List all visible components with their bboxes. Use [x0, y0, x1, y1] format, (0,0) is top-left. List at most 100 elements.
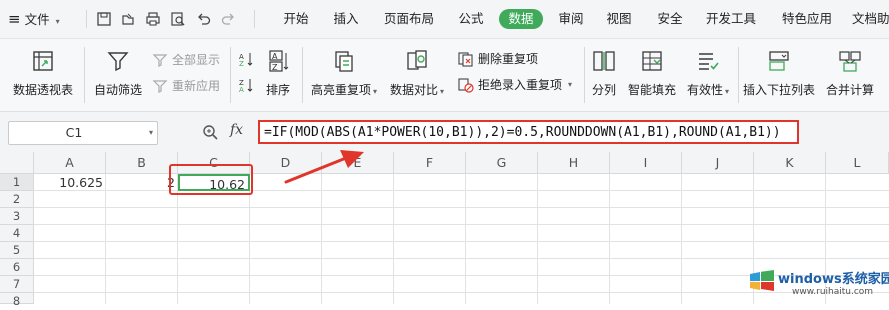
- autofilter-button[interactable]: 自动筛选: [90, 49, 146, 98]
- arrow-annotation: [284, 150, 364, 184]
- row-header-3[interactable]: 3: [0, 208, 34, 225]
- column-header-f[interactable]: F: [394, 152, 466, 174]
- export-icon[interactable]: [120, 11, 136, 27]
- column-header-g[interactable]: G: [466, 152, 538, 174]
- reapply-icon: [152, 79, 168, 93]
- filter-icon: [107, 52, 129, 72]
- sort-descending-button[interactable]: ZA: [238, 77, 254, 93]
- divider: [584, 47, 585, 103]
- tab-page-layout[interactable]: 页面布局: [378, 9, 440, 29]
- pivot-table-icon: [33, 51, 53, 71]
- divider: [86, 10, 87, 28]
- consolidate-button[interactable]: 合并计算: [824, 49, 876, 98]
- tab-special[interactable]: 特色应用: [776, 9, 838, 29]
- sort-ascending-button[interactable]: AZ: [238, 51, 254, 67]
- cell-reference: C1: [65, 125, 83, 140]
- divider: [230, 47, 231, 103]
- formula-bar: C1 ▾ fx =IF(MOD(ABS(A1*POWER(10,B1)),2)=…: [0, 112, 889, 153]
- validation-icon: [699, 53, 719, 70]
- data-compare-icon: [407, 50, 427, 70]
- tab-doc-assistant[interactable]: 文档助: [852, 9, 889, 29]
- column-header-h[interactable]: H: [538, 152, 610, 174]
- cell-a1[interactable]: 10.625: [34, 174, 106, 191]
- text-to-columns-button[interactable]: 分列: [588, 49, 620, 98]
- consolidate-label: 合并计算: [825, 83, 874, 97]
- menu-bar: ≡ 文件 ▾ 开始 插入 页面布局 公式 数据 审阅 视图 安全 开发工具 特色…: [0, 0, 889, 39]
- tab-home[interactable]: 开始: [276, 9, 316, 29]
- sort-button[interactable]: AZ 排序: [260, 49, 296, 98]
- reapply-label: 重新应用: [172, 79, 221, 93]
- tab-insert[interactable]: 插入: [326, 9, 366, 29]
- tab-formulas[interactable]: 公式: [452, 9, 490, 29]
- chevron-down-icon: ▾: [55, 17, 60, 26]
- consolidate-icon: [839, 51, 861, 72]
- watermark-url: www.ruihaitu.com: [792, 287, 874, 297]
- remove-duplicates-label: 删除重复项: [478, 52, 539, 66]
- remove-duplicates-button[interactable]: 删除重复项: [458, 50, 538, 67]
- row-header-1[interactable]: 1: [0, 174, 34, 191]
- row-header-2[interactable]: 2: [0, 191, 34, 208]
- autofilter-label: 自动筛选: [93, 83, 142, 97]
- show-all-button[interactable]: 全部显示: [152, 51, 220, 68]
- undo-icon[interactable]: [196, 11, 212, 27]
- row-header-7[interactable]: 7: [0, 276, 34, 293]
- tab-data[interactable]: 数据: [499, 9, 543, 29]
- column-header-k[interactable]: K: [754, 152, 826, 174]
- data-compare-button[interactable]: 数据对比 ▾: [386, 49, 448, 98]
- column-header-j[interactable]: J: [682, 152, 754, 174]
- data-compare-label: 数据对比: [389, 83, 438, 97]
- reapply-button[interactable]: 重新应用: [152, 77, 220, 94]
- sort-ascending-icon: AZ: [239, 53, 253, 67]
- tab-developer[interactable]: 开发工具: [700, 9, 762, 29]
- dropdown-list-label: 插入下拉列表: [742, 83, 815, 97]
- row-header-4[interactable]: 4: [0, 225, 34, 242]
- column-header-b[interactable]: B: [106, 152, 178, 174]
- tab-security[interactable]: 安全: [651, 9, 689, 29]
- highlight-duplicates-button[interactable]: 高亮重复项 ▾: [308, 49, 380, 98]
- split-label: 分列: [591, 83, 616, 97]
- highlight-box: [169, 164, 253, 195]
- print-preview-icon[interactable]: [170, 11, 186, 27]
- highlight-duplicates-icon: [335, 51, 353, 72]
- hamburger-icon: ≡: [8, 10, 21, 28]
- highlight-duplicates-label: 高亮重复项: [310, 83, 371, 97]
- column-header-a[interactable]: A: [34, 152, 106, 174]
- spreadsheet-grid: A B C D E F G H I J K L 1 2 3 4 5 6 7 8 …: [0, 150, 889, 308]
- row-header-5[interactable]: 5: [0, 242, 34, 259]
- tab-review[interactable]: 审阅: [552, 9, 590, 29]
- ribbon-toolbar: 数据透视表 自动筛选 全部显示 重新应用 AZ ZA AZ 排序 高亮重复项 ▾ …: [0, 39, 889, 112]
- watermark: windows系统家园 www.ruihaitu.com: [748, 264, 889, 304]
- column-header-l[interactable]: L: [826, 152, 889, 174]
- chevron-down-icon: ▾: [725, 87, 730, 96]
- print-icon[interactable]: [145, 11, 161, 27]
- validation-label: 有效性: [686, 83, 723, 97]
- remove-duplicates-icon: [458, 51, 473, 67]
- divider: [738, 47, 739, 103]
- windows-logo-icon: [750, 270, 774, 291]
- cell-b1[interactable]: 2: [106, 174, 178, 191]
- pivot-table-button[interactable]: 数据透视表: [8, 49, 78, 98]
- divider: [254, 10, 255, 28]
- smart-fill-button[interactable]: 智能填充: [624, 49, 680, 98]
- redo-icon[interactable]: [220, 11, 236, 27]
- chevron-down-icon: ▾: [373, 87, 378, 96]
- tab-view[interactable]: 视图: [600, 9, 638, 29]
- insert-dropdown-list-button[interactable]: 插入下拉列表: [742, 49, 816, 98]
- chevron-down-icon[interactable]: ▾: [149, 128, 153, 137]
- formula-input[interactable]: =IF(MOD(ABS(A1*POWER(10,B1)),2)=0.5,ROUN…: [258, 120, 799, 144]
- smart-fill-icon: [642, 51, 662, 71]
- reject-duplicates-button[interactable]: 拒绝录入重复项 ▾: [458, 76, 572, 93]
- file-menu-button[interactable]: ≡ 文件 ▾: [8, 9, 60, 29]
- name-box[interactable]: C1 ▾: [8, 121, 158, 145]
- reject-duplicates-icon: [458, 77, 474, 93]
- dropdown-list-icon: [769, 51, 789, 71]
- save-icon[interactable]: [96, 11, 112, 27]
- row-header-8[interactable]: 8: [0, 293, 34, 308]
- zoom-icon[interactable]: [202, 124, 218, 140]
- data-validation-button[interactable]: 有效性 ▾: [684, 49, 732, 98]
- fx-button[interactable]: fx: [230, 122, 243, 138]
- column-header-i[interactable]: I: [610, 152, 682, 174]
- select-all-corner[interactable]: [0, 152, 34, 174]
- row-header-6[interactable]: 6: [0, 259, 34, 276]
- sort-icon: AZ: [269, 50, 289, 72]
